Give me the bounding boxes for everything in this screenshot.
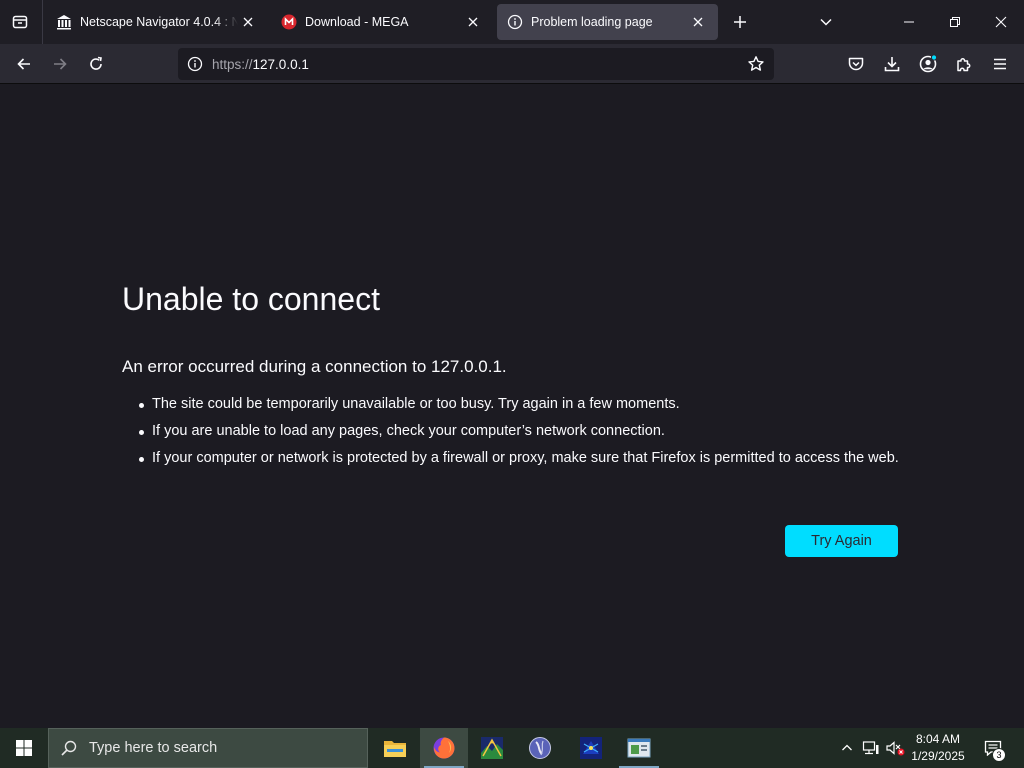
tab-mega[interactable]: Download - MEGA [271,4,493,40]
address-bar[interactable]: https://127.0.0.1 [178,48,774,80]
app-menu-button[interactable] [984,48,1016,80]
list-all-tabs-button[interactable] [0,4,40,40]
tabs-list-icon [12,15,28,29]
firefox-icon [433,737,455,759]
notification-center-button[interactable]: 3 [978,728,1008,768]
search-placeholder: Type here to search [89,740,218,756]
library-icon [56,14,72,30]
forward-button[interactable] [44,48,76,80]
network-tray-icon[interactable] [860,728,882,768]
plus-icon [734,16,746,28]
windows-logo-icon [16,740,32,756]
network-icon [862,741,879,755]
close-tab-icon[interactable] [238,12,258,32]
taskbar-app-firefox[interactable] [420,728,468,768]
clock-time: 8:04 AM [915,732,961,746]
list-item: If your computer or network is protected… [136,449,906,468]
puzzle-icon [957,58,971,72]
error-description: An error occurred during a connection to… [122,357,507,376]
list-item: The site could be temporarily unavailabl… [136,395,906,414]
clock-date: 1/29/2025 [911,749,965,763]
try-again-button[interactable]: Try Again [785,525,898,557]
notification-count-badge: 3 [992,748,1006,762]
error-suggestions: The site could be temporarily unavailabl… [136,395,906,476]
show-hidden-icons-button[interactable] [838,728,856,768]
tabs-menu-button[interactable] [814,10,838,34]
account-icon [919,54,938,73]
app-blue-icon [580,737,602,759]
close-tab-icon[interactable] [463,12,483,32]
minimize-icon [904,21,914,23]
new-tab-button[interactable] [728,10,752,34]
account-button[interactable] [912,48,944,80]
extensions-button[interactable] [948,48,980,80]
close-window-button[interactable] [978,0,1024,44]
download-icon [884,57,900,72]
volume-muted-icon [886,741,905,756]
error-title: Unable to connect [122,281,380,317]
start-button[interactable] [0,728,48,768]
taskbar-app-netscape[interactable] [468,728,516,768]
tab-bar: Netscape Navigator 4.0.4 : Netscape Down… [0,0,1024,44]
list-item: If you are unable to load any pages, che… [136,422,906,441]
taskbar-app-file-explorer[interactable] [371,728,419,768]
tab-problem-loading[interactable]: Problem loading page [497,4,718,40]
restore-button[interactable] [932,0,978,44]
taskbar-app-globe[interactable] [516,728,564,768]
tab-title: Netscape Navigator 4.0.4 : Netscape [80,15,238,29]
pocket-button[interactable] [840,48,872,80]
reload-button[interactable] [80,48,112,80]
tab-netscape[interactable]: Netscape Navigator 4.0.4 : Netscape [46,4,268,40]
url-scheme: https:// [212,56,253,72]
hamburger-menu-icon [994,58,1006,70]
taskbar-app-blue[interactable] [567,728,615,768]
chevron-up-icon [842,744,852,751]
file-explorer-icon [384,741,406,757]
mega-icon [281,14,297,30]
search-icon [49,728,89,768]
url-text[interactable]: https://127.0.0.1 [210,57,740,72]
taskbar-app-window[interactable] [615,728,663,768]
navigation-toolbar: https://127.0.0.1 [0,44,1024,84]
arrow-right-icon [54,58,67,70]
minimize-button[interactable] [886,0,932,44]
close-icon [995,16,1007,28]
clock[interactable]: 8:04 AM 1/29/2025 [905,728,971,768]
arrow-left-icon [17,58,30,70]
chevron-down-icon [820,18,832,26]
bookmark-star-icon[interactable] [740,48,772,80]
tab-title: Problem loading page [531,15,653,29]
info-icon [507,14,523,30]
volume-tray-icon[interactable] [884,728,906,768]
downloads-button[interactable] [876,48,908,80]
tab-separator [42,0,43,44]
reload-icon [90,56,102,70]
taskbar-search-box[interactable]: Type here to search [48,728,368,768]
pocket-icon [848,57,864,71]
app-globe-icon [529,737,551,759]
url-host: 127.0.0.1 [252,56,309,72]
back-button[interactable] [8,48,40,80]
tab-title: Download - MEGA [305,15,409,29]
restore-icon [950,17,960,27]
netscape-icon [481,737,503,759]
error-page: Unable to connect An error occurred duri… [0,85,1024,728]
taskbar: Type here to search 8:04 AM 1/29/2025 3 [0,728,1024,768]
app-window-icon [627,738,651,758]
site-info-icon[interactable] [180,48,210,80]
close-tab-icon[interactable] [688,12,708,32]
